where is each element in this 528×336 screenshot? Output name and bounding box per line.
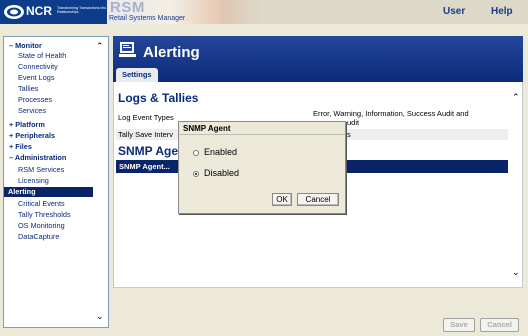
cancel-button[interactable]: Cancel (480, 318, 519, 332)
sidebar-item-connectivity[interactable]: Connectivity (18, 62, 58, 72)
sidebar-item-licensing[interactable]: Licensing (18, 176, 49, 186)
snmp-agent-title: SNMP Agen (118, 144, 186, 158)
page-header: Alerting Settings (113, 36, 523, 82)
header-decoration (222, 0, 262, 24)
sidebar-item-rsm-services[interactable]: RSM Services (18, 165, 64, 175)
page-title: Alerting (143, 44, 200, 61)
sidebar-scroll-down-icon[interactable]: ⌄ (96, 311, 104, 322)
dialog-title: SNMP Agent (179, 122, 345, 135)
ncr-brand: NCR Transforming Transactions into Relat… (0, 0, 107, 24)
sidebar-item-services[interactable]: Services (18, 106, 46, 116)
sidebar-item-processes[interactable]: Processes (18, 95, 52, 105)
brand-name: NCR (26, 4, 52, 18)
help-link[interactable]: Help (491, 6, 513, 17)
sidebar-group-monitor[interactable]: – Monitor (9, 41, 42, 51)
sidebar-item-critical-events[interactable]: Critical Events (18, 199, 65, 209)
snmp-agent-link[interactable]: SNMP Agent... (119, 162, 170, 171)
content-scroll-down-icon[interactable]: ⌄ (512, 267, 520, 278)
tally-save-interval-label: Tally Save Interv (118, 130, 174, 139)
sidebar-scroll-up-icon[interactable]: ⌃ (96, 41, 104, 52)
top-bar: NCR Transforming Transactions into Relat… (0, 0, 528, 24)
sidebar-group-peripherals[interactable]: + Peripherals (9, 131, 55, 141)
sidebar-item-tally-thresholds[interactable]: Tally Thresholds (18, 210, 71, 220)
sidebar-group-administration[interactable]: – Administration (9, 153, 66, 163)
product-logo: RSM Retail Systems Manager (107, 0, 222, 24)
tally-save-interval-value: s (347, 130, 351, 139)
dialog-ok-button[interactable]: OK (272, 193, 292, 206)
dialog-cancel-button[interactable]: Cancel (297, 193, 339, 206)
sidebar-group-platform[interactable]: + Platform (9, 120, 45, 130)
sidebar-group-files[interactable]: + Files (9, 142, 32, 152)
sidebar-item-tallies[interactable]: Tallies (18, 84, 38, 94)
user-link[interactable]: User (443, 6, 465, 17)
sidebar-nav: – Monitor State of Health Connectivity E… (3, 36, 109, 328)
product-subtitle: Retail Systems Manager (109, 15, 186, 22)
enabled-radio-label[interactable]: Enabled (204, 147, 237, 157)
sidebar-item-alerting[interactable]: Alerting (4, 187, 93, 197)
tab-settings[interactable]: Settings (116, 68, 158, 82)
enabled-radio[interactable] (193, 150, 199, 156)
sidebar-item-event-logs[interactable]: Event Logs (18, 73, 55, 83)
ncr-logo-icon (4, 5, 24, 19)
sidebar-item-os-monitoring[interactable]: OS Monitoring (18, 221, 65, 231)
logs-tallies-title: Logs & Tallies (118, 91, 199, 105)
product-name: RSM (110, 0, 145, 16)
disabled-radio-label[interactable]: Disabled (204, 168, 239, 178)
log-event-types-value: Error, Warning, Information, Success Aud… (313, 109, 469, 118)
brand-tagline: Transforming Transactions into Relations… (57, 6, 107, 14)
log-event-types-label: Log Event Types (118, 113, 174, 122)
sidebar-item-state-of-health[interactable]: State of Health (18, 51, 66, 61)
disabled-radio[interactable] (193, 171, 199, 177)
log-event-types-value-cont: udit (347, 118, 360, 127)
content-scroll-up-icon[interactable]: ⌃ (512, 92, 520, 103)
save-button[interactable]: Save (443, 318, 475, 332)
sidebar-item-datacapture[interactable]: DataCapture (18, 232, 59, 242)
snmp-agent-dialog: SNMP Agent Enabled Disabled OK Cancel (178, 121, 346, 214)
alerting-monitor-icon (119, 42, 136, 57)
